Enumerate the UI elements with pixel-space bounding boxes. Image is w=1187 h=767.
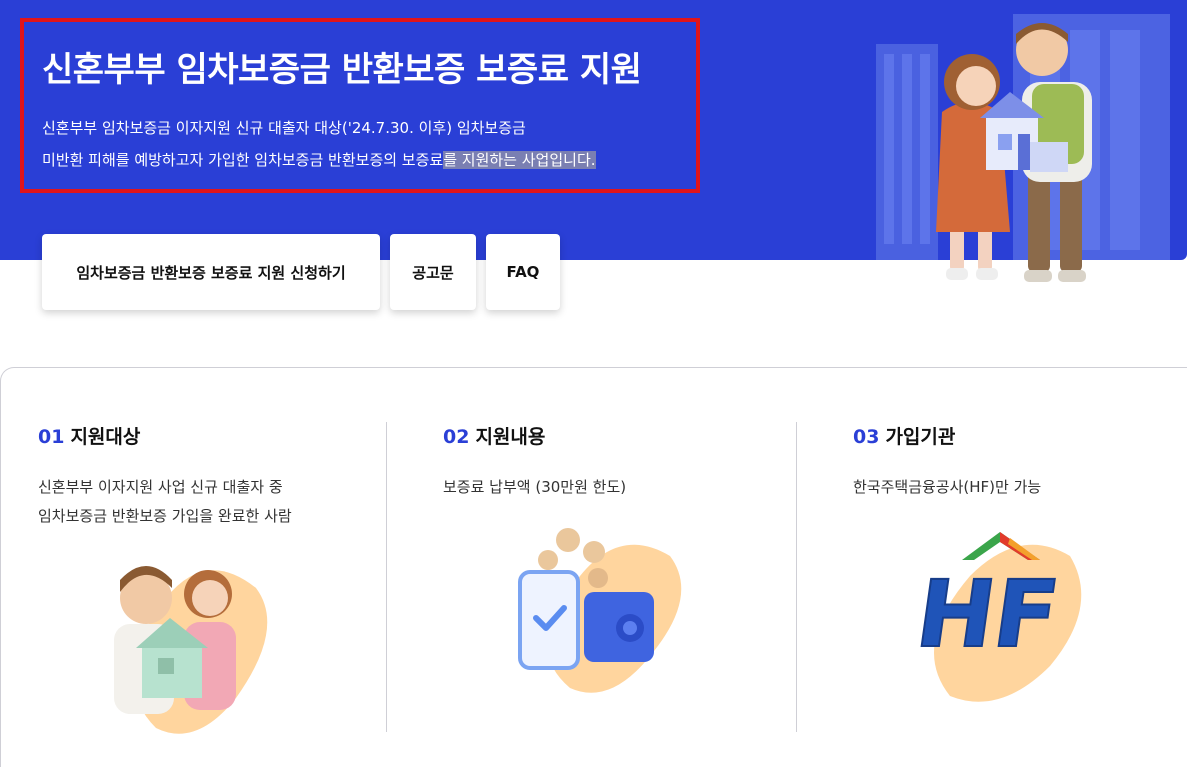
page-title: 신혼부부 임차보증금 반환보증 보증료 지원 [42, 50, 642, 90]
apply-button[interactable]: 임차보증금 반환보증 보증료 지원 신청하기 [42, 234, 380, 310]
hero-description-line1: 신혼부부 임차보증금 이자지원 신규 대출자 대상('24.7.30. 이후) … [42, 119, 526, 137]
hf-logo-text: HF [910, 560, 1065, 667]
section-number: 02 [443, 426, 470, 448]
couple-with-house-illustration [936, 23, 1092, 282]
guarantee-fee-illustration [518, 528, 682, 693]
hero-description: 신혼부부 임차보증금 이자지원 신규 대출자 대상('24.7.30. 이후) … [42, 112, 596, 176]
column-divider [386, 422, 387, 732]
description-line: 보증료 납부액 (30만원 한도) [443, 478, 627, 496]
section-title: 02 지원내용 [443, 422, 626, 449]
section-title-text: 가입기관 [885, 426, 956, 448]
section-description: 보증료 납부액 (30만원 한도) [443, 473, 626, 502]
section-title-text: 지원내용 [475, 426, 546, 448]
section-title-text: 지원대상 [70, 426, 141, 448]
section-institution: 03 가입기관 한국주택금융공사(HF)만 가능 [853, 422, 1041, 502]
description-line: 한국주택금융공사(HF)만 가능 [853, 478, 1042, 496]
section-description: 신혼부부 이자지원 사업 신규 대출자 중 임차보증금 반환보증 가입을 완료한… [38, 473, 292, 531]
section-title: 01 지원대상 [38, 422, 292, 449]
section-description: 한국주택금융공사(HF)만 가능 [853, 473, 1041, 502]
section-content: 02 지원내용 보증료 납부액 (30만원 한도) [443, 422, 626, 502]
hf-logo-illustration: HF [910, 532, 1082, 702]
section-number: 03 [853, 426, 880, 448]
description-line: 신혼부부 이자지원 사업 신규 대출자 중 [38, 478, 283, 496]
section-number: 01 [38, 426, 65, 448]
description-line: 임차보증금 반환보증 가입을 완료한 사람 [38, 507, 292, 525]
couple-illustration [114, 566, 268, 734]
hero-description-line2a: 미반환 피해를 예방하고자 가입한 임차보증금 반환보증의 보증료 [42, 151, 444, 169]
section-target: 01 지원대상 신혼부부 이자지원 사업 신규 대출자 중 임차보증금 반환보증 … [38, 422, 292, 531]
notice-button[interactable]: 공고문 [390, 234, 476, 310]
column-divider [796, 422, 797, 732]
faq-button[interactable]: FAQ [486, 234, 560, 310]
selected-text: 를 지원하는 사업입니다. [443, 151, 596, 169]
section-title: 03 가입기관 [853, 422, 1041, 449]
